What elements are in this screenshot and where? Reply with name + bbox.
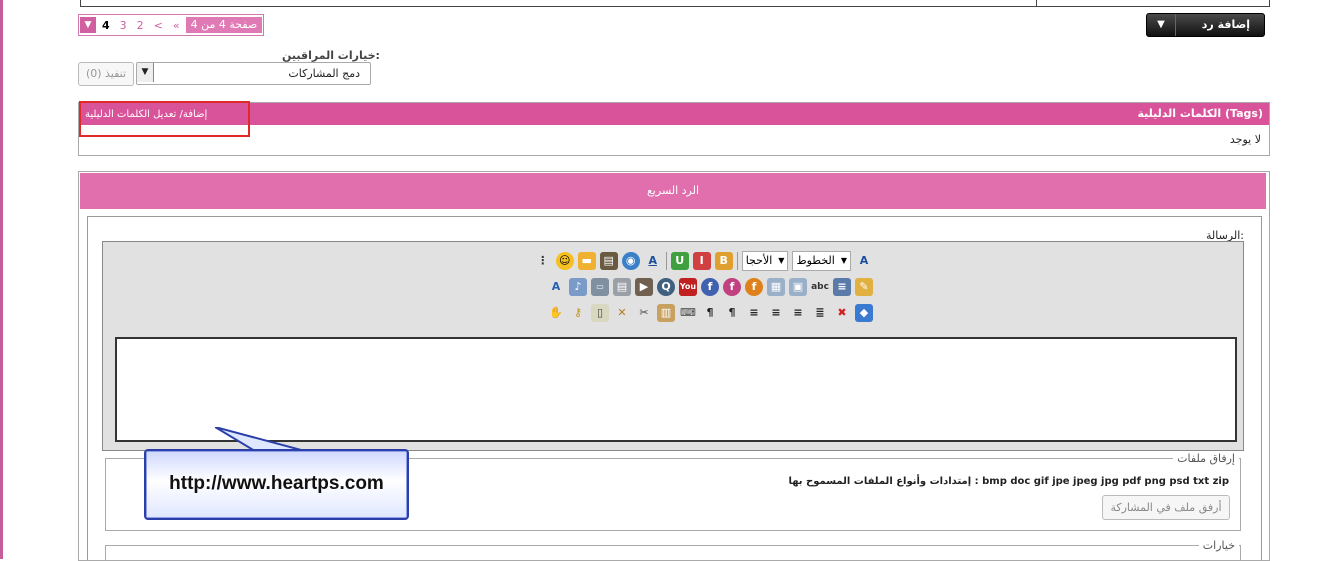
image-icon[interactable]: ▤: [599, 252, 618, 270]
previous-post-table-edge: [80, 0, 1270, 7]
delete-icon[interactable]: ✖: [833, 304, 851, 322]
wmp-icon[interactable]: ▭: [591, 278, 609, 296]
rtl-icon[interactable]: ¶: [723, 304, 741, 322]
globe-link-icon[interactable]: ◉: [621, 252, 640, 270]
flash-blue-icon[interactable]: f: [701, 278, 719, 296]
tags-header: الكلمات الدليلية (Tags) إضافة/ تعديل الك…: [79, 103, 1269, 125]
eraser-icon[interactable]: ◆: [855, 304, 873, 322]
moderator-action-value: دمج المشاركات: [288, 67, 360, 80]
tags-title: الكلمات الدليلية (Tags): [1137, 107, 1263, 120]
paste-icon[interactable]: ▥: [657, 304, 675, 322]
underline-icon[interactable]: U: [670, 252, 689, 270]
options-fieldset: [105, 545, 1241, 560]
hand-icon[interactable]: ✋: [547, 304, 565, 322]
attachments-legend: إرفاق ملفات: [1173, 452, 1239, 465]
table-icon[interactable]: ▦: [767, 278, 785, 296]
watermark-url: http://www.heartps.com: [169, 473, 384, 494]
youtube-icon[interactable]: You: [679, 278, 697, 296]
ltr-icon[interactable]: ¶: [701, 304, 719, 322]
new-document-icon[interactable]: ▯: [591, 304, 609, 322]
font-select-label: الخطوط: [796, 254, 835, 267]
add-reply-label: إضافة رد: [1201, 18, 1250, 31]
tags-value: لا يوجد: [1229, 133, 1261, 146]
highlight-icon[interactable]: ✎: [855, 278, 873, 296]
keyboard-icon[interactable]: ⌨: [679, 304, 697, 322]
font-select[interactable]: الخطوط ▼: [792, 251, 851, 271]
text-color-icon[interactable]: A: [644, 252, 662, 270]
size-select-label: الأحجا: [745, 254, 773, 267]
first-page-link[interactable]: «: [169, 19, 184, 32]
align-right-icon[interactable]: ≡: [789, 304, 807, 322]
justify-icon[interactable]: ≣: [811, 304, 829, 322]
left-border: [0, 0, 3, 559]
options-legend: خيارات: [1198, 539, 1239, 552]
page-link-3[interactable]: 3: [116, 19, 131, 32]
key-icon[interactable]: ⚷: [569, 304, 587, 322]
chevron-down-icon[interactable]: ▼: [1147, 14, 1176, 36]
add-reply-button[interactable]: إضافة رد ▼: [1146, 13, 1265, 37]
prev-page-link[interactable]: <: [150, 19, 167, 32]
page-link-2[interactable]: 2: [133, 19, 148, 32]
size-select[interactable]: الأحجا ▼: [741, 251, 789, 271]
page-label: صفحة 4 من 4: [185, 17, 263, 33]
current-page: 4: [102, 18, 110, 32]
font-effects-icon[interactable]: A: [547, 278, 565, 296]
close-icon[interactable]: ✕: [613, 304, 631, 322]
frame-icon[interactable]: ▣: [789, 278, 807, 296]
quote-icon[interactable]: ▬: [577, 252, 596, 270]
italic-icon[interactable]: I: [692, 252, 711, 270]
more-options-icon[interactable]: ⋮: [534, 252, 552, 270]
remove-format-icon[interactable]: A: [855, 252, 873, 270]
spellcheck-icon[interactable]: abc: [811, 278, 829, 296]
pagination: صفحة 4 من 4 « < 2 3 4 ▼: [78, 14, 265, 36]
bold-icon[interactable]: B: [714, 252, 733, 270]
dropdown-arrow-icon: ▼: [137, 63, 154, 82]
quick-reply-title: الرد السريع: [80, 173, 1266, 209]
moderator-options-title: خيارات المراقبين:: [282, 49, 380, 62]
media-icon[interactable]: ▶: [635, 278, 653, 296]
quicktime-icon[interactable]: Q: [657, 278, 675, 296]
moderator-action-select[interactable]: دمج المشاركات ▼: [136, 62, 371, 85]
align-center-icon[interactable]: ≡: [767, 304, 785, 322]
allowed-file-types: إمتدادات وأنواع الملفات المسموح بها : bm…: [788, 476, 1229, 487]
highlight-box: [79, 101, 250, 137]
document-icon[interactable]: ▤: [613, 278, 631, 296]
cut-icon[interactable]: ✂: [635, 304, 653, 322]
audio-icon[interactable]: ♪: [569, 278, 587, 296]
smiley-icon[interactable]: ☺: [555, 252, 574, 270]
attach-file-button[interactable]: أرفق ملف في المشاركة: [1102, 495, 1230, 520]
align-left-icon[interactable]: ≡: [745, 304, 763, 322]
page-menu-icon[interactable]: ▼: [80, 17, 96, 33]
code-icon[interactable]: ≡: [833, 278, 851, 296]
watermark-callout: http://www.heartps.com: [144, 449, 409, 520]
flash-alt-icon[interactable]: f: [723, 278, 741, 296]
execute-button[interactable]: (0) تنفيذ: [78, 62, 134, 86]
flash-icon[interactable]: f: [745, 278, 763, 296]
